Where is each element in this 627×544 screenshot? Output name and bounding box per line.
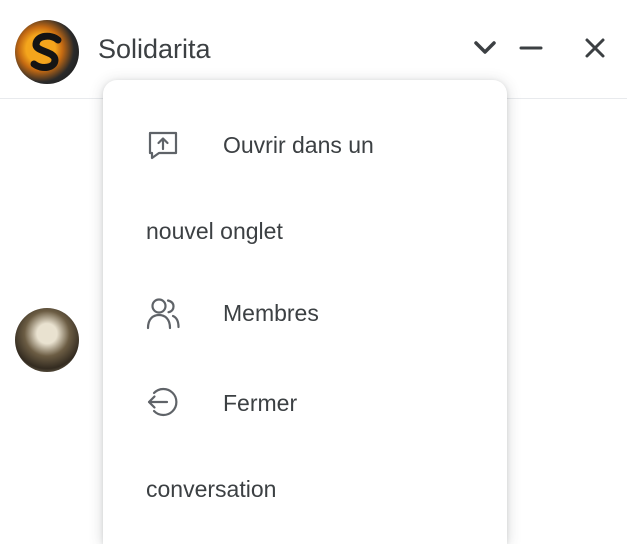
close-icon[interactable] bbox=[577, 30, 613, 66]
menu-item-close-conversation[interactable]: Fermer conversation bbox=[103, 366, 507, 516]
menu-item-open-new-tab[interactable]: Ouvrir dans un nouvel onglet bbox=[103, 110, 507, 255]
menu-item-label: Membres bbox=[223, 300, 319, 326]
members-icon bbox=[145, 295, 181, 331]
avatar[interactable] bbox=[15, 308, 79, 372]
open-in-new-tab-icon bbox=[145, 127, 181, 163]
solidarita-logo-mark bbox=[30, 32, 62, 71]
menu-item-label: Ouvrir dans un bbox=[223, 132, 374, 158]
conversation-title[interactable]: Solidarita bbox=[98, 32, 211, 66]
exit-icon bbox=[145, 384, 181, 420]
menu-item-label: conversation bbox=[146, 476, 277, 502]
minimize-icon[interactable] bbox=[513, 30, 549, 66]
conversation-options-menu: Ouvrir dans un nouvel onglet Membres Fer… bbox=[103, 80, 507, 544]
chevron-down-icon[interactable] bbox=[467, 30, 503, 66]
menu-item-label: Fermer bbox=[223, 390, 298, 416]
menu-item-label: nouvel onglet bbox=[146, 218, 283, 244]
solidarita-logo-icon[interactable] bbox=[15, 20, 79, 84]
menu-item-members[interactable]: Membres bbox=[103, 276, 507, 356]
